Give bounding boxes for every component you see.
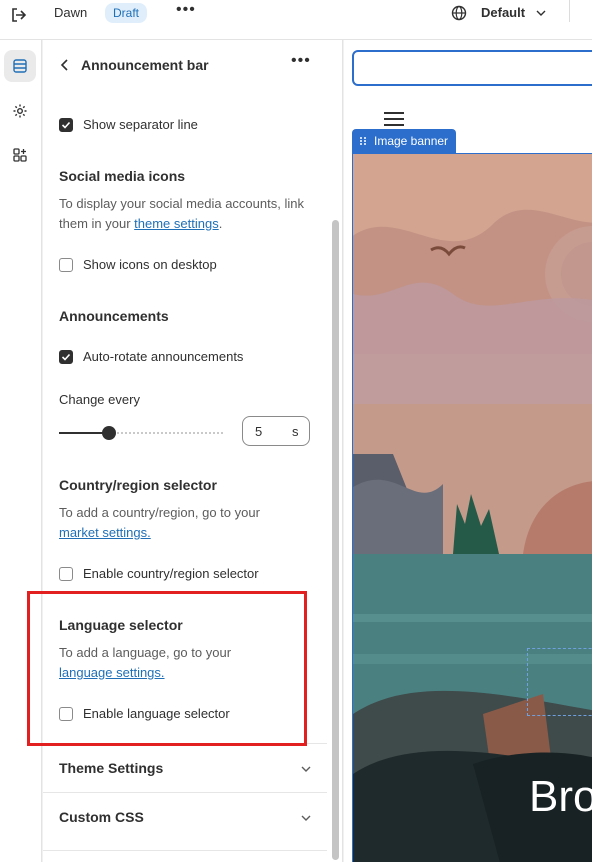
banner-heading: Bro	[529, 772, 592, 821]
panel-title: Announcement bar	[81, 57, 209, 73]
autorotate-option[interactable]: Auto-rotate announcements	[59, 349, 243, 364]
change-every-label: Change every	[59, 392, 140, 407]
image-banner[interactable]: Bro	[352, 153, 592, 862]
globe-icon	[451, 5, 467, 21]
sections-icon	[13, 59, 27, 73]
divider	[43, 792, 327, 793]
language-selector-option[interactable]: Enable language selector	[59, 706, 230, 721]
social-section-title: Social media icons	[59, 168, 186, 184]
theme-name: Dawn	[54, 5, 88, 20]
language-section-title: Language selector	[59, 617, 183, 633]
social-icons-option[interactable]: Show icons on desktop	[59, 257, 217, 272]
menu-icon[interactable]	[384, 112, 404, 126]
announcement-bar-preview[interactable]	[352, 50, 592, 86]
market-settings-link[interactable]: market settings.	[59, 525, 151, 540]
view-selector[interactable]: Default	[481, 5, 525, 20]
apps-icon	[13, 148, 27, 162]
status-badge: Draft	[105, 3, 148, 23]
change-every-unit: s	[292, 424, 299, 439]
social-help-suffix: .	[218, 216, 223, 231]
settings-panel: Announcement bar ••• Show separator line…	[43, 40, 343, 862]
country-section-title: Country/region selector	[59, 477, 217, 493]
language-settings-link[interactable]: language settings.	[59, 665, 165, 680]
change-every-input[interactable]: 5 s	[242, 416, 310, 446]
rail-settings-button[interactable]	[4, 95, 36, 127]
country-selector-option[interactable]: Enable country/region selector	[59, 566, 259, 581]
left-rail	[0, 40, 42, 862]
language-selector-label: Enable language selector	[83, 706, 230, 721]
separator-checkbox[interactable]	[59, 117, 73, 132]
exit-icon[interactable]	[8, 4, 30, 26]
social-icons-label: Show icons on desktop	[83, 257, 217, 272]
check-icon	[61, 353, 71, 361]
divider	[43, 850, 327, 851]
gear-icon	[13, 104, 27, 118]
change-every-slider[interactable]	[59, 426, 224, 440]
banner-illustration	[353, 154, 592, 862]
heading-selection-outline	[527, 648, 592, 716]
chevron-down-icon[interactable]	[536, 8, 546, 18]
autorotate-checkbox[interactable]	[59, 349, 73, 364]
country-selector-checkbox[interactable]	[59, 566, 73, 581]
country-selector-label: Enable country/region selector	[83, 566, 259, 581]
panel-header: Announcement bar •••	[43, 40, 342, 90]
top-bar: Dawn Draft ••• Default	[0, 0, 592, 40]
theme-settings-accordion[interactable]: Theme Settings	[59, 760, 163, 776]
social-help-text: To display your social media accounts, l…	[59, 194, 309, 234]
theme-settings-link[interactable]: theme settings	[134, 216, 219, 231]
image-banner-label: Image banner	[374, 134, 449, 148]
language-help-copy: To add a language, go to your	[59, 645, 232, 660]
autorotate-label: Auto-rotate announcements	[83, 349, 244, 364]
slider-rest	[109, 432, 224, 434]
announcements-section-title: Announcements	[59, 308, 169, 324]
rail-apps-button[interactable]	[4, 139, 36, 171]
language-help-text: To add a language, go to your language s…	[59, 643, 309, 683]
separator-option[interactable]: Show separator line	[59, 117, 198, 132]
language-selector-checkbox[interactable]	[59, 706, 73, 721]
panel-more-button[interactable]: •••	[291, 52, 311, 70]
back-arrow-icon[interactable]	[58, 58, 72, 72]
slider-handle[interactable]	[102, 426, 116, 440]
more-actions-button[interactable]: •••	[176, 1, 196, 19]
custom-css-accordion[interactable]: Custom CSS	[59, 809, 144, 825]
store-preview: Image banner Bro	[344, 40, 592, 862]
drag-handle-icon	[360, 137, 366, 145]
change-every-value: 5	[255, 424, 263, 439]
check-icon	[61, 121, 71, 129]
divider	[43, 743, 327, 744]
panel-scrollbar[interactable]	[332, 220, 339, 860]
image-banner-tag[interactable]: Image banner	[352, 129, 457, 153]
country-help-text: To add a country/region, go to your mark…	[59, 503, 309, 543]
social-icons-checkbox[interactable]	[59, 257, 73, 272]
divider	[569, 0, 570, 22]
rail-sections-button[interactable]	[4, 50, 36, 82]
country-help-copy: To add a country/region, go to your	[59, 505, 260, 520]
separator-label: Show separator line	[83, 117, 198, 132]
chevron-down-icon[interactable]	[300, 763, 312, 775]
chevron-down-icon[interactable]	[300, 812, 312, 824]
